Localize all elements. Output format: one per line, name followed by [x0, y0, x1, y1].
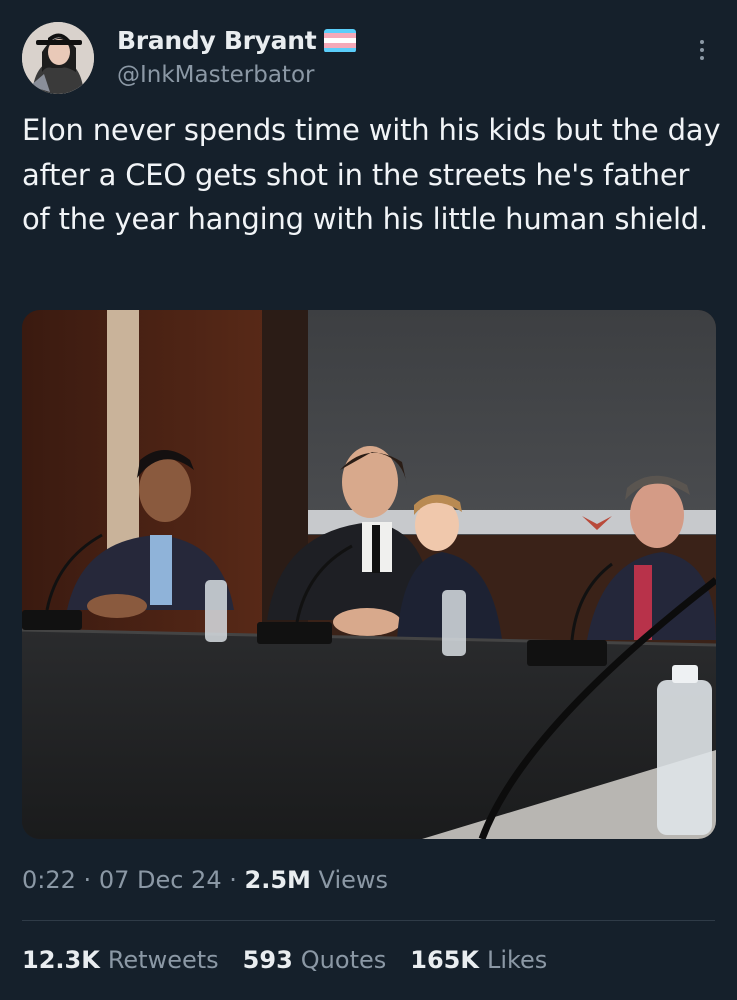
- likes-count: 165K: [410, 946, 479, 974]
- quotes-label: Quotes: [300, 946, 387, 974]
- separator-dot: ·: [229, 866, 245, 894]
- trans-pride-flag-icon: [324, 28, 357, 53]
- author-avatar[interactable]: [22, 22, 94, 94]
- retweets-stat[interactable]: 12.3K Retweets: [22, 946, 219, 974]
- quotes-stat[interactable]: 593 Quotes: [243, 946, 387, 974]
- tweet-date[interactable]: 07 Dec 24: [99, 866, 222, 894]
- divider: [22, 920, 715, 921]
- author-display-name[interactable]: Brandy Bryant: [117, 26, 317, 55]
- views-count: 2.5M: [244, 866, 311, 894]
- views-label: Views: [318, 866, 389, 894]
- avatar-image: [22, 22, 94, 94]
- author-name-row[interactable]: Brandy Bryant: [117, 26, 357, 55]
- tweet-media-photo[interactable]: [22, 310, 716, 839]
- tweet-text: Elon never spends time with his kids but…: [22, 113, 721, 236]
- more-options-icon[interactable]: [697, 40, 707, 60]
- retweets-count: 12.3K: [22, 946, 100, 974]
- quotes-count: 593: [242, 946, 293, 974]
- author-handle[interactable]: @InkMasterbator: [117, 62, 314, 88]
- video-time: 0:22: [22, 866, 76, 894]
- likes-label: Likes: [486, 946, 548, 974]
- separator-dot: ·: [83, 866, 99, 894]
- press-conference-photo: [22, 310, 716, 839]
- engagement-stats: 12.3K Retweets 593 Quotes 165K Likes: [22, 946, 547, 974]
- tweet-meta: 0:22 · 07 Dec 24 · 2.5M Views: [22, 866, 388, 894]
- likes-stat[interactable]: 165K Likes: [410, 946, 547, 974]
- retweets-label: Retweets: [107, 946, 219, 974]
